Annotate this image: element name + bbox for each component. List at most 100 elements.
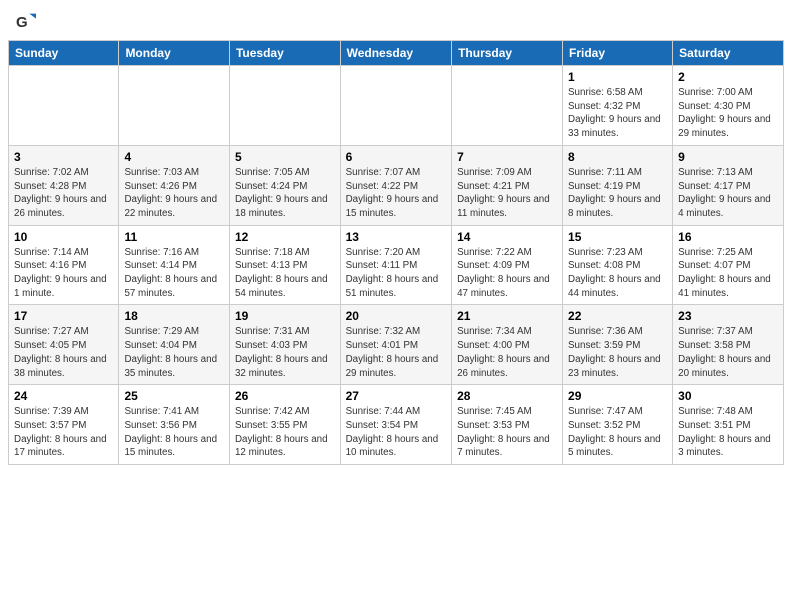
day-info: Sunrise: 7:23 AM Sunset: 4:08 PM Dayligh… <box>568 246 667 301</box>
calendar-cell: 19 Sunrise: 7:31 AM Sunset: 4:03 PM Dayli… <box>229 305 340 385</box>
calendar-cell: 27 Sunrise: 7:44 AM Sunset: 3:54 PM Dayli… <box>340 385 451 465</box>
calendar-cell: 7Sunrise: 7:09 AM Sunset: 4:21 PM Daylig… <box>452 145 563 225</box>
day-number: 20 <box>346 309 446 323</box>
calendar-cell <box>119 66 230 146</box>
calendar-cell <box>452 66 563 146</box>
day-number: 28 <box>457 389 557 403</box>
calendar-cell: 4 Sunrise: 7:03 AM Sunset: 4:26 PM Daylig… <box>119 145 230 225</box>
calendar-cell: 16 Sunrise: 7:25 AM Sunset: 4:07 PM Dayli… <box>673 225 784 305</box>
day-info: Sunrise: 7:03 AM Sunset: 4:26 PM Dayligh… <box>124 166 224 221</box>
day-number: 21 <box>457 309 557 323</box>
day-info: Sunrise: 7:11 AM Sunset: 4:19 PM Dayligh… <box>568 166 667 221</box>
calendar-cell: 5Sunrise: 7:05 AM Sunset: 4:24 PM Daylig… <box>229 145 340 225</box>
day-number: 19 <box>235 309 335 323</box>
calendar-header-sunday: Sunday <box>9 41 119 66</box>
day-number: 22 <box>568 309 667 323</box>
calendar-cell: 28Sunrise: 7:45 AM Sunset: 3:53 PM Dayli… <box>452 385 563 465</box>
day-info: Sunrise: 7:37 AM Sunset: 3:58 PM Dayligh… <box>678 325 778 380</box>
day-info: Sunrise: 7:29 AM Sunset: 4:04 PM Dayligh… <box>124 325 224 380</box>
calendar-week-1: 1 Sunrise: 6:58 AM Sunset: 4:32 PM Daylig… <box>9 66 784 146</box>
day-number: 7 <box>457 150 557 164</box>
day-info: Sunrise: 7:44 AM Sunset: 3:54 PM Dayligh… <box>346 405 446 460</box>
calendar-header-monday: Monday <box>119 41 230 66</box>
calendar-cell: 10Sunrise: 7:14 AM Sunset: 4:16 PM Dayli… <box>9 225 119 305</box>
day-info: Sunrise: 7:42 AM Sunset: 3:55 PM Dayligh… <box>235 405 335 460</box>
calendar-cell: 24 Sunrise: 7:39 AM Sunset: 3:57 PM Dayli… <box>9 385 119 465</box>
day-number: 10 <box>14 230 113 244</box>
calendar-header-saturday: Saturday <box>673 41 784 66</box>
day-info: Sunrise: 7:36 AM Sunset: 3:59 PM Dayligh… <box>568 325 667 380</box>
calendar-week-5: 24 Sunrise: 7:39 AM Sunset: 3:57 PM Dayli… <box>9 385 784 465</box>
logo: G <box>16 12 40 32</box>
calendar-cell: 23 Sunrise: 7:37 AM Sunset: 3:58 PM Dayli… <box>673 305 784 385</box>
calendar-week-2: 3 Sunrise: 7:02 AM Sunset: 4:28 PM Daylig… <box>9 145 784 225</box>
day-number: 9 <box>678 150 778 164</box>
day-number: 23 <box>678 309 778 323</box>
day-number: 30 <box>678 389 778 403</box>
calendar-cell: 8 Sunrise: 7:11 AM Sunset: 4:19 PM Daylig… <box>563 145 673 225</box>
day-number: 29 <box>568 389 667 403</box>
calendar-cell: 13 Sunrise: 7:20 AM Sunset: 4:11 PM Dayli… <box>340 225 451 305</box>
day-info: Sunrise: 7:02 AM Sunset: 4:28 PM Dayligh… <box>14 166 113 221</box>
calendar-header-thursday: Thursday <box>452 41 563 66</box>
calendar-cell: 17 Sunrise: 7:27 AM Sunset: 4:05 PM Dayli… <box>9 305 119 385</box>
day-number: 16 <box>678 230 778 244</box>
day-number: 13 <box>346 230 446 244</box>
calendar-cell: 30 Sunrise: 7:48 AM Sunset: 3:51 PM Dayli… <box>673 385 784 465</box>
calendar-cell: 1 Sunrise: 6:58 AM Sunset: 4:32 PM Daylig… <box>563 66 673 146</box>
calendar-cell: 21 Sunrise: 7:34 AM Sunset: 4:00 PM Dayli… <box>452 305 563 385</box>
day-info: Sunrise: 7:07 AM Sunset: 4:22 PM Dayligh… <box>346 166 446 221</box>
day-info: Sunrise: 7:48 AM Sunset: 3:51 PM Dayligh… <box>678 405 778 460</box>
header: G <box>0 0 792 40</box>
calendar-cell: 29 Sunrise: 7:47 AM Sunset: 3:52 PM Dayli… <box>563 385 673 465</box>
calendar-header-friday: Friday <box>563 41 673 66</box>
day-info: Sunrise: 7:18 AM Sunset: 4:13 PM Dayligh… <box>235 246 335 301</box>
day-number: 3 <box>14 150 113 164</box>
day-number: 2 <box>678 70 778 84</box>
calendar-cell: 26 Sunrise: 7:42 AM Sunset: 3:55 PM Dayli… <box>229 385 340 465</box>
calendar-cell: 20 Sunrise: 7:32 AM Sunset: 4:01 PM Dayli… <box>340 305 451 385</box>
svg-text:G: G <box>16 14 28 31</box>
calendar-cell <box>340 66 451 146</box>
calendar-cell: 22 Sunrise: 7:36 AM Sunset: 3:59 PM Dayli… <box>563 305 673 385</box>
day-info: Sunrise: 7:25 AM Sunset: 4:07 PM Dayligh… <box>678 246 778 301</box>
day-info: Sunrise: 7:39 AM Sunset: 3:57 PM Dayligh… <box>14 405 113 460</box>
calendar-cell <box>229 66 340 146</box>
calendar-week-3: 10Sunrise: 7:14 AM Sunset: 4:16 PM Dayli… <box>9 225 784 305</box>
day-info: Sunrise: 7:13 AM Sunset: 4:17 PM Dayligh… <box>678 166 778 221</box>
day-info: Sunrise: 6:58 AM Sunset: 4:32 PM Dayligh… <box>568 86 667 141</box>
calendar-cell: 18 Sunrise: 7:29 AM Sunset: 4:04 PM Dayli… <box>119 305 230 385</box>
day-number: 1 <box>568 70 667 84</box>
day-info: Sunrise: 7:47 AM Sunset: 3:52 PM Dayligh… <box>568 405 667 460</box>
day-info: Sunrise: 7:05 AM Sunset: 4:24 PM Dayligh… <box>235 166 335 221</box>
day-number: 14 <box>457 230 557 244</box>
day-info: Sunrise: 7:41 AM Sunset: 3:56 PM Dayligh… <box>124 405 224 460</box>
day-number: 26 <box>235 389 335 403</box>
day-number: 11 <box>124 230 224 244</box>
day-info: Sunrise: 7:32 AM Sunset: 4:01 PM Dayligh… <box>346 325 446 380</box>
day-info: Sunrise: 7:34 AM Sunset: 4:00 PM Dayligh… <box>457 325 557 380</box>
calendar-header-tuesday: Tuesday <box>229 41 340 66</box>
calendar-header-row: SundayMondayTuesdayWednesdayThursdayFrid… <box>9 41 784 66</box>
day-info: Sunrise: 7:27 AM Sunset: 4:05 PM Dayligh… <box>14 325 113 380</box>
day-number: 6 <box>346 150 446 164</box>
calendar-table: SundayMondayTuesdayWednesdayThursdayFrid… <box>8 40 784 465</box>
calendar-header-wednesday: Wednesday <box>340 41 451 66</box>
day-number: 4 <box>124 150 224 164</box>
calendar-cell: 14 Sunrise: 7:22 AM Sunset: 4:09 PM Dayli… <box>452 225 563 305</box>
calendar-cell: 9 Sunrise: 7:13 AM Sunset: 4:17 PM Daylig… <box>673 145 784 225</box>
day-info: Sunrise: 7:16 AM Sunset: 4:14 PM Dayligh… <box>124 246 224 301</box>
day-number: 17 <box>14 309 113 323</box>
day-number: 15 <box>568 230 667 244</box>
day-info: Sunrise: 7:20 AM Sunset: 4:11 PM Dayligh… <box>346 246 446 301</box>
day-number: 27 <box>346 389 446 403</box>
calendar-cell <box>9 66 119 146</box>
day-number: 24 <box>14 389 113 403</box>
day-info: Sunrise: 7:22 AM Sunset: 4:09 PM Dayligh… <box>457 246 557 301</box>
day-number: 8 <box>568 150 667 164</box>
day-number: 18 <box>124 309 224 323</box>
day-info: Sunrise: 7:31 AM Sunset: 4:03 PM Dayligh… <box>235 325 335 380</box>
calendar-cell: 2Sunrise: 7:00 AM Sunset: 4:30 PM Daylig… <box>673 66 784 146</box>
calendar-cell: 6 Sunrise: 7:07 AM Sunset: 4:22 PM Daylig… <box>340 145 451 225</box>
calendar-week-4: 17 Sunrise: 7:27 AM Sunset: 4:05 PM Dayli… <box>9 305 784 385</box>
